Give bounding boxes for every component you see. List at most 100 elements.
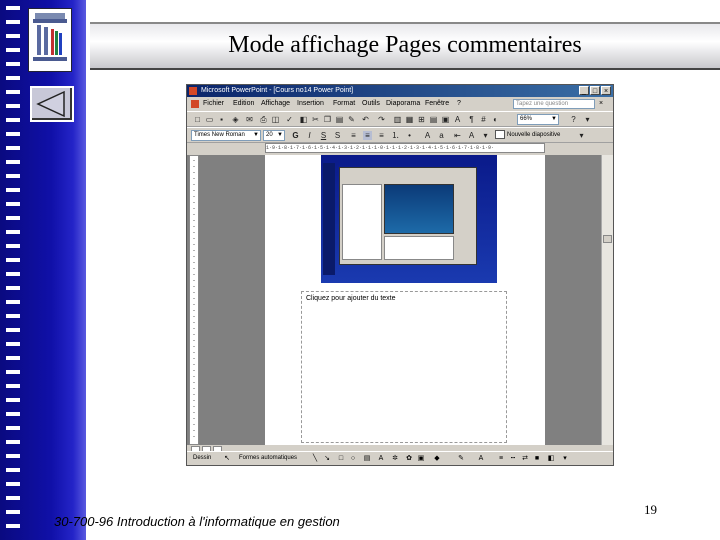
maximize-button[interactable]: □	[590, 86, 600, 95]
paste-icon[interactable]: ▤	[335, 115, 344, 124]
bold-button[interactable]: G	[291, 131, 300, 140]
3d-icon[interactable]: ◧	[547, 455, 555, 463]
format-painter-icon[interactable]: ✎	[347, 115, 356, 124]
powerpoint-icon	[189, 87, 197, 95]
menu-diaporama[interactable]: Diaporama	[386, 97, 420, 111]
picture-icon[interactable]: ▣	[441, 115, 450, 124]
permission-icon[interactable]: ◈	[231, 115, 240, 124]
numbering-icon[interactable]: ⒈	[391, 131, 400, 140]
zoom-select[interactable]: 66% ▼	[517, 114, 559, 125]
grid-icon[interactable]: #	[479, 115, 488, 124]
shrink-font-icon[interactable]: a	[437, 131, 446, 140]
clipart-icon[interactable]: ✿	[405, 455, 413, 463]
left-sidebar	[0, 0, 86, 540]
tables-borders-icon[interactable]: ⊞	[417, 115, 426, 124]
menu-insertion[interactable]: Insertion	[297, 97, 324, 111]
font-color-icon[interactable]: A	[477, 455, 485, 463]
fill-color-icon[interactable]: ◆	[433, 455, 441, 463]
document-close-button[interactable]: ×	[599, 99, 603, 109]
email-icon[interactable]: ✉	[245, 115, 254, 124]
insert-table-icon[interactable]: ▤	[429, 115, 438, 124]
copy-icon[interactable]: ❐	[323, 115, 332, 124]
close-button[interactable]: ×	[601, 86, 611, 95]
oval-icon[interactable]: ○	[349, 455, 357, 463]
menu-help[interactable]: ?	[457, 97, 461, 111]
chevron-down-icon: ▼	[551, 116, 557, 122]
print-preview-icon[interactable]: ◫	[271, 115, 280, 124]
wordart-icon[interactable]: A	[453, 115, 462, 124]
font-size-select[interactable]: 20 ▼	[263, 130, 285, 141]
window-titlebar: Microsoft PowerPoint - [Cours no14 Power…	[187, 85, 613, 97]
back-button[interactable]	[30, 86, 74, 122]
open-icon[interactable]: ▭	[205, 115, 214, 124]
font-select[interactable]: Times New Roman ▼	[191, 130, 261, 141]
grow-font-icon[interactable]: A	[423, 131, 432, 140]
arrow-style-icon[interactable]: ⇄	[521, 455, 529, 463]
menu-fichier[interactable]: Fichier	[203, 97, 224, 111]
slide-thumbnail[interactable]	[321, 155, 497, 283]
menu-edition[interactable]: Edition	[233, 97, 254, 111]
research-icon[interactable]: ◧	[299, 115, 308, 124]
design-icon[interactable]: ▾	[481, 131, 490, 140]
notes-placeholder-text: Cliquez pour ajouter du texte	[306, 295, 396, 302]
line-style-icon[interactable]: ≡	[497, 455, 505, 463]
shadow-button[interactable]: S	[333, 131, 342, 140]
italic-button[interactable]: I	[305, 131, 314, 140]
wordart-icon[interactable]: A	[377, 455, 385, 463]
ask-question-input[interactable]: Tapez une question	[513, 99, 595, 109]
select-arrow-icon[interactable]: ↖	[223, 455, 231, 463]
formatting-toolbar: Times New Roman ▼ 20 ▼ G I S S ≡ ≡ ≡ ⒈ • A…	[187, 127, 613, 143]
dash-style-icon[interactable]: ┅	[509, 455, 517, 463]
menu-affichage[interactable]: Affichage	[261, 97, 290, 111]
save-icon[interactable]: ▪	[217, 115, 226, 124]
align-right-icon[interactable]: ≡	[377, 131, 386, 140]
bullets-icon[interactable]: •	[405, 131, 414, 140]
minimize-button[interactable]: _	[579, 86, 589, 95]
shadow-icon[interactable]: ■	[533, 455, 541, 463]
color-grayscale-icon[interactable]: ◐	[491, 115, 500, 124]
standard-toolbar: □ ▭ ▪ ◈ ✉ ⎙ ◫ ✓ ◧ ✂ ❐ ▤ ✎ ↶ ↷ ▥ ▦ ⊞ ▤ ▣ …	[187, 111, 613, 127]
textbox-icon[interactable]: ▤	[363, 455, 371, 463]
help-icon[interactable]: ?	[569, 115, 578, 124]
line-icon[interactable]: ╲	[311, 455, 319, 463]
slide-side-strip	[323, 163, 335, 275]
vertical-ruler	[189, 155, 199, 445]
new-slide-button[interactable]: Nouvelle diapositive	[495, 130, 560, 141]
notes-preview	[384, 236, 454, 260]
toolbar-options-icon[interactable]: ▾	[583, 115, 592, 124]
rectangle-icon[interactable]: □	[337, 455, 345, 463]
table-icon[interactable]: ▦	[405, 115, 414, 124]
building-books-logo-icon	[28, 8, 72, 72]
redo-icon[interactable]: ↷	[377, 115, 386, 124]
spelling-icon[interactable]: ✓	[285, 115, 294, 124]
outline-pane	[342, 184, 382, 260]
draw-menu[interactable]: Dessin	[193, 452, 211, 465]
picture-icon[interactable]: ▣	[417, 455, 425, 463]
autoshapes-menu[interactable]: Formes automatiques	[239, 452, 297, 465]
font-size-value: 20	[266, 132, 273, 138]
document-icon[interactable]	[191, 100, 199, 108]
arrow-icon[interactable]: ↘	[323, 455, 331, 463]
align-left-icon[interactable]: ≡	[349, 131, 358, 140]
notes-placeholder[interactable]: Cliquez pour ajouter du texte	[301, 291, 507, 443]
align-center-icon[interactable]: ≡	[363, 131, 372, 140]
menu-fenetre[interactable]: Fenêtre	[425, 97, 449, 111]
expand-icon[interactable]: ¶	[467, 115, 476, 124]
cut-icon[interactable]: ✂	[311, 115, 320, 124]
toolbar-options-icon[interactable]: ▾	[561, 455, 569, 463]
decrease-indent-icon[interactable]: ⇤	[453, 131, 462, 140]
menu-format[interactable]: Format	[333, 97, 355, 111]
new-slide-label: Nouvelle diapositive	[507, 132, 561, 139]
undo-icon[interactable]: ↶	[361, 115, 370, 124]
diagram-icon[interactable]: ✲	[391, 455, 399, 463]
font-color-icon[interactable]: A	[467, 131, 476, 140]
underline-button[interactable]: S	[319, 131, 328, 140]
vertical-scrollbar[interactable]	[601, 155, 613, 445]
print-icon[interactable]: ⎙	[259, 115, 268, 124]
chart-icon[interactable]: ▥	[393, 115, 402, 124]
line-color-icon[interactable]: ✎	[457, 455, 465, 463]
new-icon[interactable]: □	[193, 115, 202, 124]
menu-outils[interactable]: Outils	[362, 97, 380, 111]
scroll-thumb[interactable]	[603, 235, 612, 243]
toolbar-options-icon[interactable]: ▾	[577, 131, 586, 140]
